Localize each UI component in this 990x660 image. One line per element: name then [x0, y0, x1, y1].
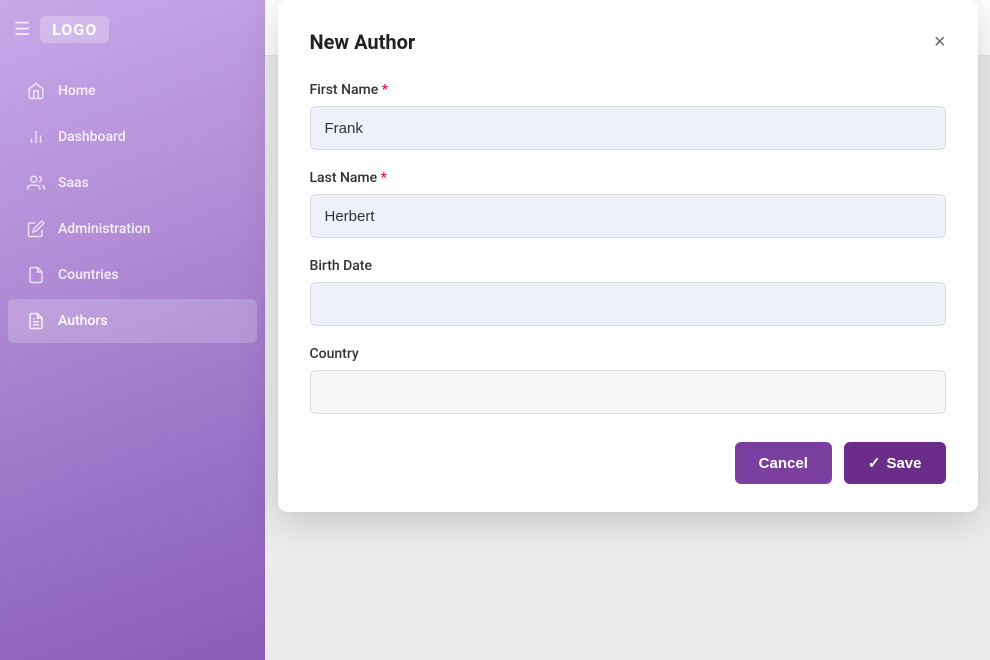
countries-icon: [26, 265, 46, 285]
last-name-label: Last Name *: [310, 170, 946, 186]
first-name-input[interactable]: [310, 106, 946, 150]
sidebar-item-home[interactable]: Home: [8, 69, 257, 113]
sidebar-header: ☰ LOGO: [0, 0, 265, 59]
save-button[interactable]: ✓ Save: [844, 442, 946, 484]
last-name-group: Last Name *: [310, 170, 946, 238]
sidebar-item-saas[interactable]: Saas: [8, 161, 257, 205]
birth-date-label: Birth Date: [310, 258, 946, 274]
logo: LOGO: [40, 16, 109, 43]
authors-icon: [26, 311, 46, 331]
birth-date-input[interactable]: [310, 282, 946, 326]
administration-icon: [26, 219, 46, 239]
country-group: Country: [310, 346, 946, 414]
app-container: ☰ LOGO Home Dashboard: [0, 0, 990, 660]
first-name-group: First Name *: [310, 82, 946, 150]
sidebar-item-home-label: Home: [58, 83, 96, 99]
sidebar-item-administration[interactable]: Administration: [8, 207, 257, 251]
sidebar-item-dashboard-label: Dashboard: [58, 129, 126, 145]
country-input[interactable]: [310, 370, 946, 414]
page-content: + + New Author New Author ×: [265, 56, 990, 660]
cancel-button[interactable]: Cancel: [735, 442, 832, 484]
save-label: Save: [886, 455, 921, 472]
modal-footer: Cancel ✓ Save: [310, 442, 946, 484]
sidebar-item-administration-label: Administration: [58, 221, 150, 237]
modal-overlay: New Author × First Name * Last Name: [265, 56, 990, 660]
first-name-label: First Name *: [310, 82, 946, 98]
sidebar-item-countries-label: Countries: [58, 267, 119, 283]
sidebar-nav: Home Dashboard: [0, 59, 265, 353]
last-name-input[interactable]: [310, 194, 946, 238]
saas-icon: [26, 173, 46, 193]
country-label: Country: [310, 346, 946, 362]
sidebar: ☰ LOGO Home Dashboard: [0, 0, 265, 660]
sidebar-item-authors[interactable]: Authors: [8, 299, 257, 343]
sidebar-item-dashboard[interactable]: Dashboard: [8, 115, 257, 159]
modal-header: New Author ×: [310, 30, 946, 54]
first-name-required: *: [382, 82, 388, 98]
new-author-modal: New Author × First Name * Last Name: [278, 0, 978, 512]
modal-title: New Author: [310, 30, 416, 54]
dashboard-icon: [26, 127, 46, 147]
save-check-icon: ✓: [868, 454, 881, 472]
sidebar-item-saas-label: Saas: [58, 175, 89, 191]
sidebar-item-countries[interactable]: Countries: [8, 253, 257, 297]
sidebar-item-authors-label: Authors: [58, 313, 108, 329]
birth-date-group: Birth Date: [310, 258, 946, 326]
modal-close-button[interactable]: ×: [934, 32, 946, 52]
right-panel: 🌐 English A admin ⤢ + + New Author: [265, 0, 990, 660]
home-icon: [26, 81, 46, 101]
last-name-required: *: [381, 170, 387, 186]
hamburger-icon[interactable]: ☰: [14, 19, 30, 40]
